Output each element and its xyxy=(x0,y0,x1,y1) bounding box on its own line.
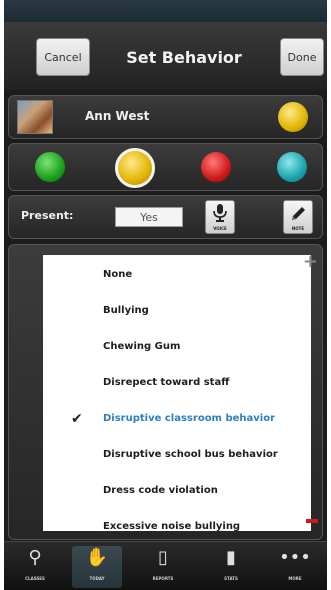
tab-label: TODAY xyxy=(89,576,105,581)
note-button[interactable]: NOTE xyxy=(283,200,313,234)
app-screen: Cancel Set Behavior Done Ann West Presen… xyxy=(4,0,327,590)
behavior-item-disruptive-bus[interactable]: Disruptive school bus behavior xyxy=(43,439,311,475)
behavior-list[interactable]: None Bullying Chewing Gum Disrepect towa… xyxy=(43,255,311,531)
done-button[interactable]: Done xyxy=(280,38,324,76)
tab-stats[interactable]: ▮ STATS xyxy=(206,546,256,588)
behavior-item-chewing-gum[interactable]: Chewing Gum xyxy=(43,331,311,367)
page-title: Set Behavior xyxy=(126,48,242,67)
document-icon: ▯ xyxy=(158,547,168,568)
hand-icon: ✋ xyxy=(85,547,109,568)
green-behavior-button[interactable] xyxy=(35,152,65,182)
minus-icon[interactable] xyxy=(306,519,318,523)
tab-label: REPORTS xyxy=(152,576,174,581)
behavior-label: Dress code violation xyxy=(103,485,218,496)
tab-label: MORE xyxy=(288,576,302,581)
tab-bar: ⚲ CLASSES ✋ TODAY ▯ REPORTS ▮ STATS ••• … xyxy=(4,541,327,590)
present-row: Present: Yes VOICE NOTE xyxy=(8,195,323,239)
present-label: Present: xyxy=(21,209,74,222)
note-label: NOTE xyxy=(291,226,305,231)
behavior-label: Chewing Gum xyxy=(103,341,181,352)
plus-icon[interactable]: + xyxy=(303,251,318,272)
microphone-icon xyxy=(213,204,227,222)
tab-more[interactable]: ••• MORE xyxy=(270,546,320,588)
pencil-icon xyxy=(292,207,305,220)
behavior-label: Disruptive classroom behavior xyxy=(103,413,276,424)
tab-today[interactable]: ✋ TODAY xyxy=(72,546,122,588)
tab-reports[interactable]: ▯ REPORTS xyxy=(138,546,188,588)
tab-label: CLASSES xyxy=(25,576,45,581)
bar-chart-icon: ▮ xyxy=(226,547,236,568)
title-bar: Cancel Set Behavior Done xyxy=(4,22,327,90)
behavior-label: Excessive noise bullying xyxy=(103,521,241,531)
teal-behavior-button[interactable] xyxy=(277,152,307,182)
behavior-status-dot xyxy=(278,102,308,132)
behavior-list-panel: None Bullying Chewing Gum Disrepect towa… xyxy=(8,244,323,540)
behavior-label: Disrepect toward staff xyxy=(103,377,230,388)
behavior-item-none[interactable]: None xyxy=(43,259,311,295)
behavior-label: Disruptive school bus behavior xyxy=(103,449,278,460)
check-icon: ✔ xyxy=(71,411,83,427)
present-toggle[interactable]: Yes xyxy=(115,207,183,227)
behavior-label: None xyxy=(103,269,133,280)
status-bar xyxy=(4,0,327,22)
yellow-behavior-button[interactable] xyxy=(115,148,155,188)
voice-button[interactable]: VOICE xyxy=(205,200,235,234)
behavior-label: Bullying xyxy=(103,305,149,316)
behavior-item-dress-code[interactable]: Dress code violation xyxy=(43,475,311,511)
voice-label: VOICE xyxy=(213,226,227,231)
student-name: Ann West xyxy=(85,109,150,123)
tab-label: STATS xyxy=(224,576,238,581)
student-row: Ann West xyxy=(8,95,323,139)
more-dots-icon: ••• xyxy=(279,547,311,568)
cancel-button[interactable]: Cancel xyxy=(36,38,90,76)
behavior-item-disruptive-classroom[interactable]: ✔ Disruptive classroom behavior xyxy=(43,403,311,439)
tab-classes[interactable]: ⚲ CLASSES xyxy=(10,546,60,588)
red-behavior-button[interactable] xyxy=(201,152,231,182)
behavior-item-disrespect-staff[interactable]: Disrepect toward staff xyxy=(43,367,311,403)
avatar xyxy=(17,100,53,134)
behavior-color-picker xyxy=(8,143,323,191)
antenna-icon: ⚲ xyxy=(28,547,42,568)
behavior-item-excessive-noise[interactable]: Excessive noise bullying xyxy=(43,511,311,531)
behavior-item-bullying[interactable]: Bullying xyxy=(43,295,311,331)
